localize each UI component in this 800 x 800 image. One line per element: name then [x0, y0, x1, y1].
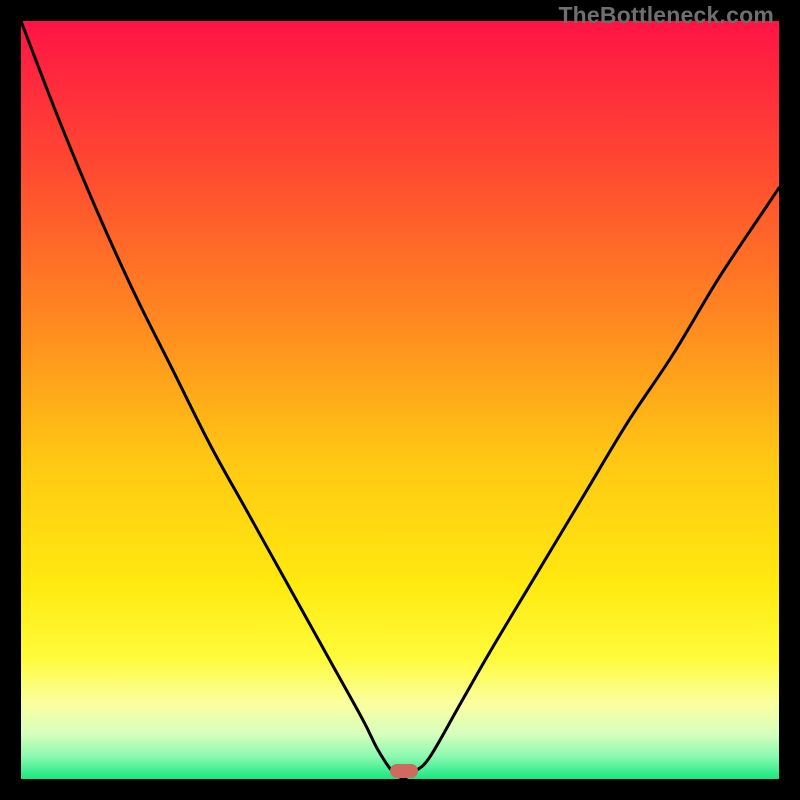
min-marker — [390, 764, 418, 778]
plot-area — [21, 21, 779, 779]
chart-frame: TheBottleneck.com — [0, 0, 800, 800]
bottleneck-curve — [21, 21, 779, 779]
watermark-text: TheBottleneck.com — [558, 2, 774, 29]
